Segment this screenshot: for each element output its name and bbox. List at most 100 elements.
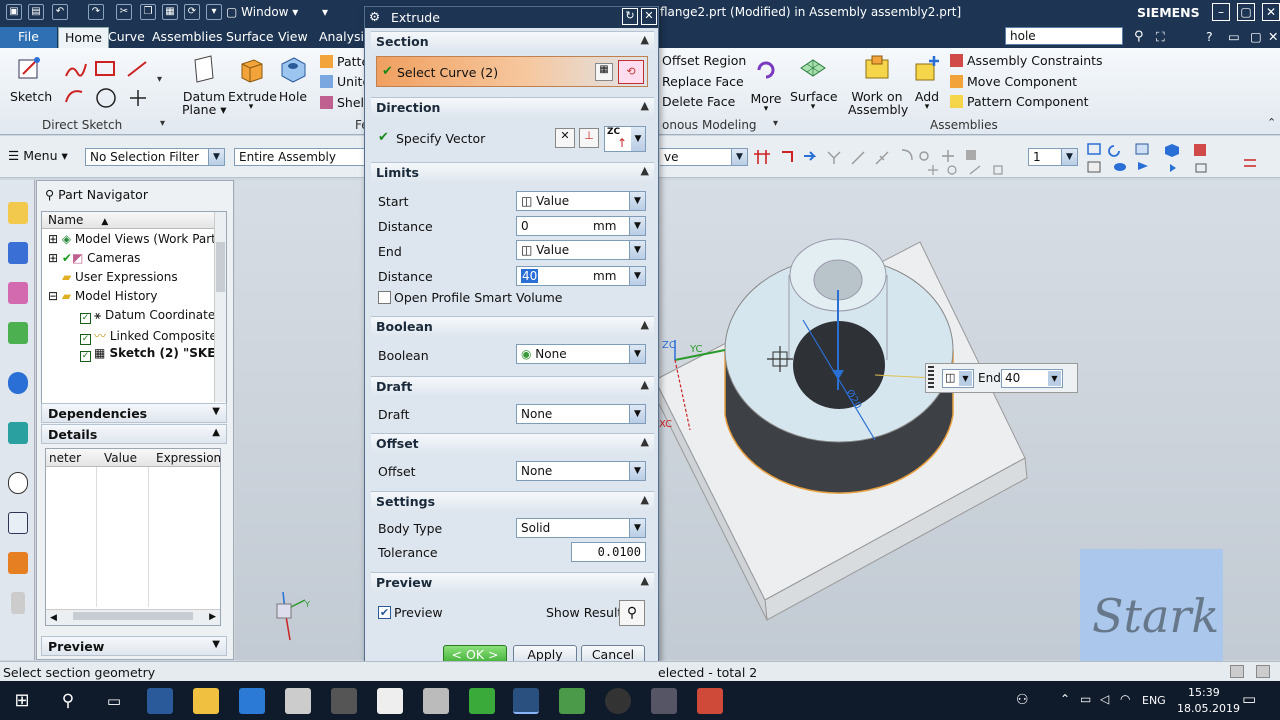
vector-type-select[interactable]: ZC ↑ ▼: [604, 126, 646, 152]
visibility-checkbox[interactable]: ✓: [80, 313, 91, 324]
end-distance-input[interactable]: 40 mm ▼: [516, 266, 646, 286]
offset-group-header[interactable]: Offset ▲: [371, 433, 654, 453]
file-explorer-icon[interactable]: [193, 688, 219, 714]
boolean-select[interactable]: ◉ None ▼: [516, 344, 646, 364]
history-icon[interactable]: [8, 422, 28, 444]
cut-icon[interactable]: ✂: [116, 4, 132, 20]
pattern-feature-item[interactable]: Patte: [320, 54, 369, 69]
scroll-thumb[interactable]: [72, 612, 193, 620]
view-tools[interactable]: [1084, 140, 1274, 176]
surface-button[interactable]: Surface ▾: [790, 54, 838, 112]
more-button[interactable]: More ▾: [748, 56, 784, 114]
select-curve-row[interactable]: ✔ Select Curve (2) ▦ ⟲: [376, 56, 648, 87]
offset-select[interactable]: None ▼: [516, 461, 646, 481]
replace-face-item[interactable]: Replace Face: [662, 74, 744, 89]
direct-sketch-tools[interactable]: [62, 58, 162, 108]
start-distance-input[interactable]: 0 mm ▼: [516, 216, 646, 236]
media-app-icon[interactable]: [605, 688, 631, 714]
store-icon[interactable]: [285, 688, 311, 714]
visibility-checkbox[interactable]: ✓: [80, 351, 91, 362]
language-indicator[interactable]: ENG: [1142, 694, 1166, 707]
tab-view[interactable]: View: [272, 27, 314, 48]
open-profile-checkbox[interactable]: [378, 291, 391, 304]
unite-item[interactable]: Unite: [320, 74, 370, 89]
preview-panel-header[interactable]: Preview ▼: [41, 636, 227, 656]
chevron-down-icon[interactable]: ▼: [629, 267, 645, 285]
chevron-down-icon[interactable]: ▼: [629, 217, 645, 235]
part-navigator-icon[interactable]: [8, 282, 28, 304]
boolean-group-header[interactable]: Boolean ▲: [371, 316, 654, 336]
tree-row-datum-csys[interactable]: ✓ ⚹ Datum Coordinate: [80, 308, 215, 324]
collapse-icon[interactable]: ⊟: [48, 289, 62, 303]
reverse-direction-icon[interactable]: ✕: [555, 128, 575, 148]
scroll-right-icon[interactable]: ▶: [209, 612, 216, 622]
process-studio-icon[interactable]: [8, 512, 28, 534]
camtasia-icon[interactable]: [469, 688, 495, 714]
tree-row-cameras[interactable]: ⊞ ✔◩ Cameras: [48, 251, 140, 265]
clock-time[interactable]: 15:39: [1188, 686, 1220, 699]
tree-row-model-views[interactable]: ⊞ ◈ Model Views (Work Part: [48, 232, 216, 246]
dialog-title-bar[interactable]: ⚙ Extrude ↻ ✕: [365, 7, 658, 28]
limits-group-header[interactable]: Limits ▲: [371, 162, 654, 182]
save-icon[interactable]: ▤: [28, 4, 44, 20]
start-limit-select[interactable]: ◫ Value ▼: [516, 191, 646, 211]
search-icon[interactable]: ⚲: [1128, 27, 1150, 48]
recorder-app-icon[interactable]: [697, 688, 723, 714]
tree-row-linked-composite[interactable]: ✓ 〰 Linked Composite: [80, 327, 217, 345]
touch-mode-icon[interactable]: ▾: [206, 4, 222, 20]
mail-icon[interactable]: [377, 688, 403, 714]
vector-dialog-icon[interactable]: ⊥: [579, 128, 599, 148]
assembly-navigator-icon[interactable]: [8, 202, 28, 224]
redo-icon[interactable]: ↷: [88, 4, 104, 20]
end-limit-select[interactable]: ◫ Value ▼: [516, 240, 646, 260]
snap-point-tools[interactable]: [752, 144, 1022, 176]
customize-quick-access-icon[interactable]: ▾: [322, 5, 328, 19]
repeat-command-icon[interactable]: ⟳: [184, 4, 200, 20]
tab-surface[interactable]: Surface: [220, 27, 280, 48]
selection-filter-select[interactable]: No Selection Filter ▼: [85, 148, 225, 166]
ribbon-collapse-icon[interactable]: ⌃: [1267, 116, 1276, 129]
datum-plane-button[interactable]: Datum Plane ▾: [182, 54, 227, 117]
nx-app-icon[interactable]: [513, 688, 539, 714]
minimize-button[interactable]: –: [1212, 3, 1230, 21]
draft-select[interactable]: None ▼: [516, 404, 646, 424]
app-icon-3[interactable]: [651, 688, 677, 714]
preview-checkbox[interactable]: ✔: [378, 606, 391, 619]
status-icon-1[interactable]: [1230, 665, 1244, 678]
ribbon-close-icon[interactable]: ✕: [1262, 27, 1280, 48]
details-horizontal-scrollbar[interactable]: ◀ ▶: [46, 609, 220, 625]
copy-icon[interactable]: ❐: [140, 4, 156, 20]
gear-icon[interactable]: ⚙: [369, 9, 380, 24]
name-column-header[interactable]: Name ▲: [42, 212, 214, 229]
help-icon[interactable]: ?: [1200, 27, 1219, 48]
document-app-icon[interactable]: [559, 688, 585, 714]
expression-column-header[interactable]: Expression: [156, 451, 221, 465]
dependencies-panel-header[interactable]: Dependencies ▼: [41, 403, 227, 423]
app-icon-1[interactable]: [331, 688, 357, 714]
snap-select[interactable]: ve ▼: [660, 148, 748, 166]
expand-icon[interactable]: ⊞: [48, 251, 62, 265]
restore-icon[interactable]: ▭: [1222, 27, 1246, 48]
section-group-header[interactable]: Section ▲: [371, 31, 654, 51]
command-search-input[interactable]: hole: [1005, 27, 1123, 45]
tree-row-sketch[interactable]: ✓ ▦ Sketch (2) "SKET: [80, 346, 224, 362]
value-column-header[interactable]: Value: [104, 451, 137, 465]
roles-icon[interactable]: [8, 552, 28, 574]
navigator-pin-icon[interactable]: ⚲: [45, 187, 58, 202]
scroll-thumb[interactable]: [216, 242, 225, 292]
show-result-button[interactable]: ⚲: [619, 600, 645, 626]
clock-date[interactable]: 18.05.2019: [1177, 702, 1240, 715]
close-icon[interactable]: ✕: [641, 8, 657, 25]
details-panel-header[interactable]: Details ▲: [41, 424, 227, 444]
add-component-button[interactable]: Add ▾: [910, 54, 944, 112]
assembly-constraints-item[interactable]: Assembly Constraints: [950, 53, 1103, 68]
task-view-icon[interactable]: ▭: [101, 688, 127, 714]
tab-assemblies[interactable]: Assemblies: [146, 27, 229, 48]
tolerance-input[interactable]: 0.0100: [571, 542, 646, 562]
edge-browser-icon[interactable]: [239, 688, 265, 714]
notifications-icon[interactable]: ▭: [1242, 690, 1256, 708]
select-curve-icon[interactable]: ⟲: [618, 60, 644, 84]
sketch-button[interactable]: Sketch: [10, 54, 52, 104]
synchronous-group-menu-icon[interactable]: ▾: [773, 118, 778, 129]
reset-icon[interactable]: ↻: [622, 8, 638, 25]
